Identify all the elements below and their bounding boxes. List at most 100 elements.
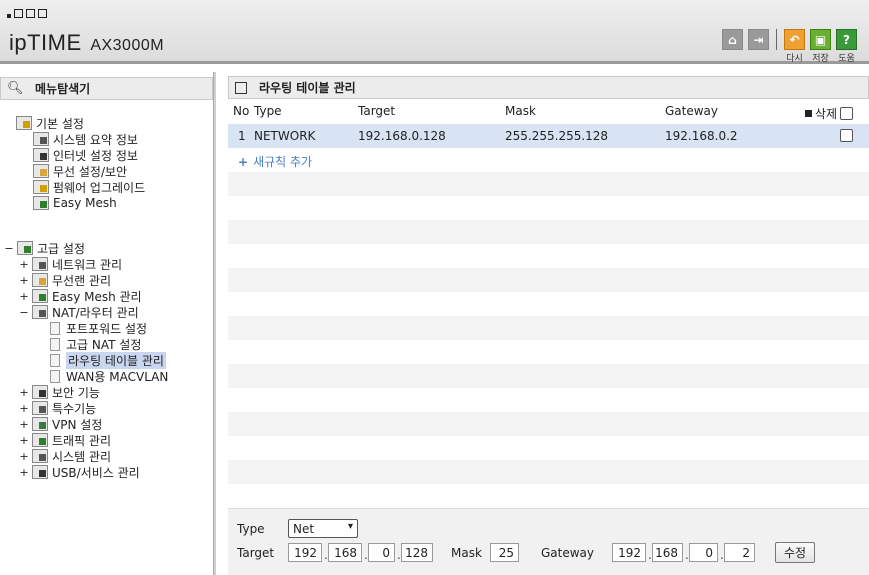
empty-row	[228, 220, 869, 244]
tree-label: VPN 설정	[52, 417, 103, 432]
tree-item-port-forward[interactable]: 포트포워드 설정	[50, 320, 147, 336]
expand-icon[interactable]: +	[19, 290, 29, 303]
tree-item-vpn[interactable]: + VPN 설정	[19, 416, 102, 432]
add-rule-row[interactable]: + 새규칙 추가	[228, 148, 869, 172]
gateway-label: Gateway	[541, 546, 595, 560]
octet-value: 0	[382, 545, 390, 560]
tree-item-easy-mesh[interactable]: Easy Mesh	[33, 195, 117, 211]
page-icon	[50, 353, 60, 367]
type-select[interactable]: Net ▾	[288, 519, 358, 538]
table-row[interactable]: 1 NETWORK 192.168.0.128 255.255.255.128 …	[228, 124, 869, 148]
target-octet-4[interactable]: 128	[401, 543, 433, 562]
tree-item-easy-mesh-mgmt[interactable]: + Easy Mesh 관리	[19, 288, 142, 304]
tree-item-wan-macvlan[interactable]: WAN용 MACVLAN	[50, 368, 168, 384]
tree-item-special[interactable]: + 특수기능	[19, 400, 96, 416]
tree-label: 고급 NAT 설정	[66, 337, 142, 352]
col-mask: Mask	[505, 104, 536, 118]
target-octet-3[interactable]: 0	[368, 543, 395, 562]
empty-row	[228, 340, 869, 364]
expand-icon[interactable]: +	[19, 466, 29, 479]
delete-header: 삭제	[804, 105, 853, 122]
target-octet-1[interactable]: 192	[288, 543, 322, 562]
tree-item-wireless-security[interactable]: 무선 설정/보안	[33, 163, 127, 179]
home-icon[interactable]: ⌂	[722, 29, 743, 50]
col-no: No	[233, 104, 250, 118]
help-icon[interactable]: ?	[836, 29, 857, 50]
header-toolbar: ⌂ ⇥ ↶ 다시 ▣ 저장 ? 도움	[722, 29, 857, 64]
tree-item-advanced-nat[interactable]: 고급 NAT 설정	[50, 336, 141, 352]
expand-icon[interactable]: +	[19, 386, 29, 399]
tree-item-wireless[interactable]: + 무선랜 관리	[19, 272, 111, 288]
save-icon[interactable]: ▣	[810, 29, 831, 50]
row-no: 1	[238, 129, 246, 143]
empty-row	[228, 412, 869, 436]
vpn-icon	[32, 417, 48, 431]
gateway-octet-3[interactable]: 0	[689, 543, 718, 562]
gateway-octet-4[interactable]: 2	[724, 543, 755, 562]
expand-icon[interactable]: +	[19, 434, 29, 447]
panel-splitter[interactable]	[213, 72, 216, 575]
tree-item-routing-table[interactable]: 라우팅 테이블 관리	[50, 351, 166, 369]
menu-explorer-title: 🔍︎ 메뉴탐색기	[0, 77, 213, 100]
logout-icon[interactable]: ⇥	[748, 29, 769, 50]
tree-item-nat-router[interactable]: − NAT/라우터 관리	[19, 304, 139, 320]
tree-label: 고급 설정	[37, 241, 85, 256]
tree-label: 무선 설정/보안	[53, 164, 128, 179]
mask-value: 25	[498, 545, 514, 560]
save-caption: 저장	[812, 54, 829, 64]
modify-button-label: 수정	[783, 546, 807, 560]
tree-item-firmware[interactable]: 펌웨어 업그레이드	[33, 179, 145, 195]
gateway-octet-2[interactable]: 168	[652, 543, 683, 562]
modify-button[interactable]: 수정	[775, 542, 815, 563]
add-rule-link[interactable]: + 새규칙 추가	[238, 153, 312, 170]
tree-label: NAT/라우터 관리	[52, 305, 139, 320]
gateway-octet-1[interactable]: 192	[612, 543, 646, 562]
tree-basic-settings[interactable]: 기본 설정	[16, 115, 84, 131]
tree-item-security[interactable]: + 보안 기능	[19, 384, 100, 400]
row-delete-checkbox[interactable]	[840, 129, 853, 142]
target-octet-2[interactable]: 168	[328, 543, 362, 562]
octet-value: 2	[742, 545, 750, 560]
tree-label: USB/서비스 관리	[52, 465, 140, 480]
chart-icon	[33, 132, 49, 146]
tree-item-network[interactable]: + 네트워크 관리	[19, 256, 122, 272]
tree-item-system-summary[interactable]: 시스템 요약 정보	[33, 131, 138, 147]
col-type: Type	[254, 104, 282, 118]
tree-item-traffic[interactable]: + 트래픽 관리	[19, 432, 111, 448]
expand-icon[interactable]: +	[19, 402, 29, 415]
tree-item-usb-service[interactable]: + USB/서비스 관리	[19, 464, 140, 480]
wifi-icon	[32, 273, 48, 287]
folder-icon	[16, 116, 32, 130]
brand-name: ipTIME	[9, 30, 82, 55]
type-label: Type	[237, 522, 265, 536]
tree-item-internet-info[interactable]: 인터넷 설정 정보	[33, 147, 138, 163]
monitor-icon	[33, 148, 49, 162]
row-target: 192.168.0.128	[358, 129, 446, 143]
select-all-checkbox[interactable]	[840, 107, 853, 120]
empty-row	[228, 460, 869, 484]
reload-icon[interactable]: ↶	[784, 29, 805, 50]
reload-caption: 다시	[786, 54, 803, 64]
collapse-icon[interactable]: −	[4, 242, 14, 255]
logo-squares	[7, 9, 47, 18]
tree-label: 포트포워드 설정	[66, 321, 148, 336]
tree-item-system[interactable]: + 시스템 관리	[19, 448, 111, 464]
empty-row	[228, 268, 869, 292]
help-caption: 도움	[838, 54, 855, 64]
expand-icon[interactable]: +	[19, 274, 29, 287]
tree-label: 특수기능	[52, 401, 97, 416]
row-mask: 255.255.255.128	[505, 129, 609, 143]
collapse-icon[interactable]: −	[19, 306, 29, 319]
octet-value: 168	[655, 545, 678, 560]
mask-input[interactable]: 25	[490, 543, 519, 562]
empty-row	[228, 172, 869, 196]
tree-label: WAN용 MACVLAN	[66, 369, 169, 384]
page-icon	[50, 321, 60, 335]
tree-label: Easy Mesh 관리	[52, 289, 142, 304]
tree-label: 시스템 관리	[52, 449, 112, 464]
expand-icon[interactable]: +	[19, 450, 29, 463]
expand-icon[interactable]: +	[19, 258, 29, 271]
empty-row	[228, 364, 869, 388]
tree-advanced-settings[interactable]: − 고급 설정	[4, 240, 85, 256]
expand-icon[interactable]: +	[19, 418, 29, 431]
